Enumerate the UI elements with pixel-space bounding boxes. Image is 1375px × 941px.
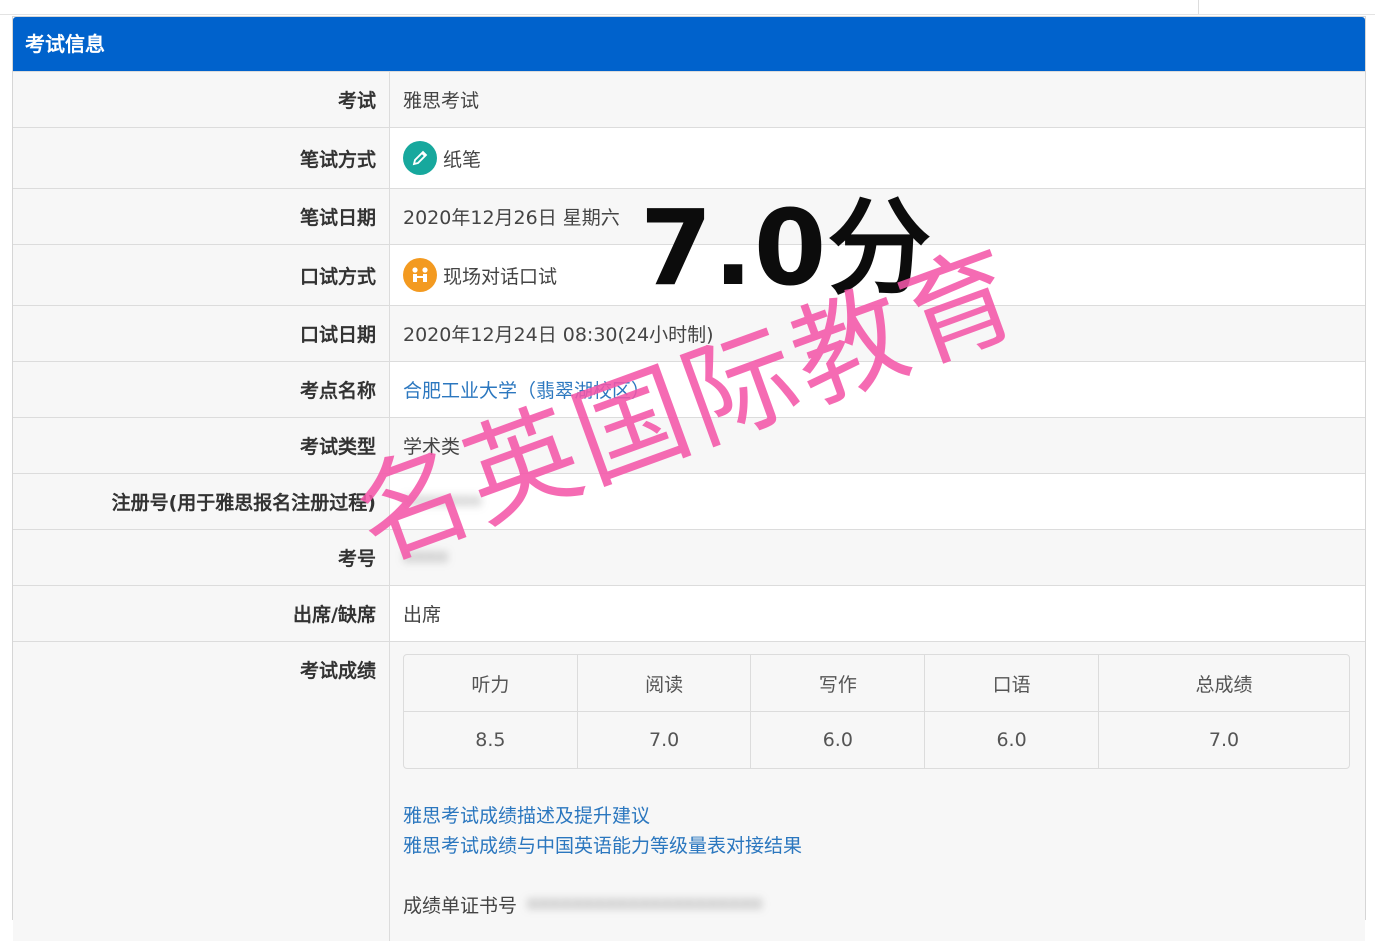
top-bar-divider	[1198, 0, 1199, 14]
score-advice-link[interactable]: 雅思考试成绩描述及提升建议	[403, 801, 802, 831]
row-value: ••••	[390, 530, 1365, 585]
score-value-row: 8.5 7.0 6.0 6.0 7.0	[404, 711, 1349, 768]
score-header-listening: 听力	[404, 655, 578, 711]
people-icon	[403, 258, 437, 292]
score-value-speaking: 6.0	[925, 711, 1099, 768]
written-mode-value: 纸笔	[443, 148, 482, 171]
score-links: 雅思考试成绩描述及提升建议 雅思考试成绩与中国英语能力等级量表对接结果	[403, 801, 802, 861]
score-value-listening: 8.5	[404, 711, 578, 768]
row-label: 笔试日期	[13, 189, 390, 244]
cse-mapping-link[interactable]: 雅思考试成绩与中国英语能力等级量表对接结果	[403, 831, 802, 861]
certificate-label: 成绩单证书号	[403, 895, 518, 917]
top-bar	[0, 0, 1375, 15]
score-value-writing: 6.0	[751, 711, 926, 768]
certificate-value-blurred: •••••••••••••••••••••	[527, 893, 763, 916]
row-label: 口试方式	[13, 245, 390, 305]
row-label: 注册号(用于雅思报名注册过程)	[13, 474, 390, 529]
panel-title: 考试信息	[13, 17, 1365, 71]
score-value-reading: 7.0	[577, 711, 752, 768]
row-label: 考试成绩	[13, 642, 390, 941]
row-exam: 考试 雅思考试	[13, 71, 1365, 127]
row-candidate-number: 考号 ••••	[13, 529, 1365, 585]
row-value: 纸笔	[390, 128, 1365, 188]
row-scores: 考试成绩 听力 阅读 写作 口语 总成绩 8.5 7.0 6.0 6.0 7.0	[13, 641, 1365, 941]
row-label: 出席/缺席	[13, 586, 390, 641]
row-attendance: 出席/缺席 出席	[13, 585, 1365, 641]
row-written-mode: 笔试方式 纸笔	[13, 127, 1365, 188]
score-table: 听力 阅读 写作 口语 总成绩 8.5 7.0 6.0 6.0 7.0	[403, 654, 1350, 769]
score-header-speaking: 口语	[925, 655, 1099, 711]
score-header-overall: 总成绩	[1195, 673, 1253, 696]
row-label: 考点名称	[13, 362, 390, 417]
score-header-reading: 阅读	[578, 655, 752, 711]
row-label: 考号	[13, 530, 390, 585]
score-value-overall: 7.0	[1098, 711, 1349, 768]
certificate-number: 成绩单证书号 •••••••••••••••••••••	[403, 891, 762, 918]
row-value: 听力 阅读 写作 口语 总成绩 8.5 7.0 6.0 6.0 7.0 雅思考试…	[390, 642, 1365, 941]
row-label: 口试日期	[13, 306, 390, 361]
row-label: 笔试方式	[13, 128, 390, 188]
row-label: 考试	[13, 72, 390, 127]
score-header-row: 听力 阅读 写作 口语 总成绩	[404, 655, 1349, 711]
row-value: 雅思考试	[403, 90, 480, 112]
pencil-icon	[403, 141, 437, 175]
score-header-writing: 写作	[751, 655, 926, 711]
row-value: 出席	[403, 604, 442, 626]
speaking-mode-value: 现场对话口试	[443, 265, 558, 288]
